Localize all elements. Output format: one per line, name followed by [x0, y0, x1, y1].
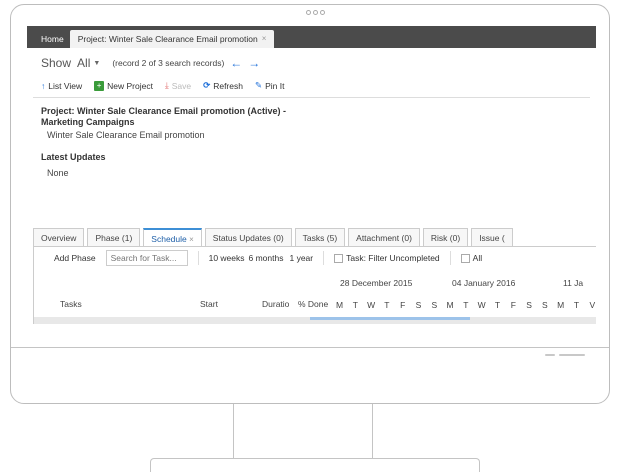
tab-project[interactable]: Project: Winter Sale Clearance Email pro… [69, 30, 275, 48]
range-6-months[interactable]: 6 months [249, 253, 284, 263]
week-label: 04 January 2016 [452, 278, 516, 288]
gantt-header-row: Tasks Start Duratio % Done MTWTFSSMTWTFS… [34, 297, 596, 313]
tab-attachment[interactable]: Attachment (0) [348, 228, 420, 246]
refresh-button[interactable]: ⟳ Refresh [203, 80, 243, 91]
checkbox-icon [460, 253, 470, 263]
all-checkbox[interactable]: All [460, 253, 483, 263]
arrow-up-icon: ↑ [41, 80, 46, 91]
action-toolbar: ↑ List View + New Project ⤓ Save ⟳ Refre… [27, 74, 596, 97]
task-search-input[interactable] [105, 250, 188, 266]
separator [197, 251, 199, 265]
tab-schedule[interactable]: Schedule × [143, 228, 202, 246]
day-column-header: S [415, 300, 422, 310]
column-start[interactable]: Start [200, 299, 218, 309]
day-column-header: F [400, 300, 406, 310]
column-duration[interactable]: Duratio [262, 299, 289, 309]
day-column-header: S [542, 300, 548, 310]
day-column-header: M [446, 300, 454, 310]
gantt-highlight [310, 317, 470, 320]
column-percent-done[interactable]: % Done [298, 299, 328, 309]
chin-indicator [559, 354, 585, 356]
chin-indicator [545, 354, 555, 356]
filter-uncompleted-label: Task: Filter Uncompleted [346, 253, 440, 263]
detail-tabs: Overview Phase (1) Schedule × Status Upd… [33, 228, 513, 246]
bezel-divider [11, 347, 609, 348]
pin-label: Pin It [265, 80, 285, 91]
filter-uncompleted-checkbox[interactable]: Task: Filter Uncompleted [334, 253, 440, 263]
save-button[interactable]: ⤓ Save [165, 80, 191, 91]
close-icon[interactable]: × [189, 235, 194, 244]
range-1-year[interactable]: 1 year [289, 253, 313, 263]
gantt-week-row: 28 December 2015 04 January 2016 11 Ja [34, 275, 596, 293]
camera-dots [306, 10, 325, 15]
new-project-label: New Project [107, 80, 153, 91]
show-filter-bar: Show All ▼ (record 2 of 3 search records… [27, 48, 596, 74]
save-icon: ⤓ [164, 80, 169, 90]
day-column-header: S [526, 300, 532, 310]
tab-overview[interactable]: Overview [33, 228, 85, 246]
week-label: 11 Ja [563, 278, 584, 288]
gantt-body-strip [34, 317, 596, 324]
column-tasks[interactable]: Tasks [60, 299, 82, 309]
next-record-arrow-icon[interactable]: → [248, 56, 260, 70]
day-column-header: T [463, 300, 469, 310]
tab-home[interactable]: Home [35, 30, 70, 48]
tab-risk[interactable]: Risk (0) [422, 228, 469, 246]
refresh-label: Refresh [213, 80, 243, 91]
day-column-header: S [431, 300, 438, 310]
monitor-stand [233, 404, 373, 460]
day-column-header: V [589, 300, 596, 310]
window-tabbar: Home Project: Winter Sale Clearance Emai… [27, 26, 596, 48]
separator [449, 251, 451, 265]
save-label: Save [171, 80, 192, 91]
show-dropdown[interactable]: All ▼ [77, 56, 100, 70]
day-column-header: T [352, 300, 358, 310]
schedule-controls: Add Phase 10 weeks 6 months 1 year Task:… [34, 247, 596, 269]
day-column-header: T [573, 300, 580, 310]
latest-updates-value: None [47, 168, 69, 178]
new-document-icon: + [94, 80, 105, 91]
tab-status-updates[interactable]: Status Updates (0) [204, 228, 292, 246]
pin-icon: ✎ [254, 80, 263, 90]
day-column-header: M [557, 300, 565, 310]
previous-record-arrow-icon[interactable]: ← [230, 56, 242, 70]
add-phase-button[interactable]: Add Phase [54, 253, 96, 263]
project-title: Project: Winter Sale Clearance Email pro… [41, 106, 286, 127]
tab-schedule-label: Schedule [151, 234, 187, 244]
list-view-button[interactable]: ↑ List View [41, 81, 82, 91]
day-column-header: M [335, 300, 344, 310]
day-column-header: F [510, 300, 516, 310]
new-project-button[interactable]: + New Project [94, 80, 153, 91]
week-label: 28 December 2015 [340, 278, 413, 288]
tab-project-label: Project: Winter Sale Clearance Email pro… [77, 34, 258, 44]
checkbox-icon [334, 253, 344, 263]
day-column-header: T [494, 300, 501, 310]
chevron-down-icon: ▼ [93, 59, 101, 67]
project-subtitle: Winter Sale Clearance Email promotion [47, 130, 205, 140]
day-column-header: T [384, 300, 390, 310]
record-info: (record 2 of 3 search records) [112, 58, 225, 68]
tab-issue[interactable]: Issue ( [471, 228, 513, 246]
tab-tasks[interactable]: Tasks (5) [294, 228, 346, 246]
separator [323, 251, 325, 265]
monitor-base [150, 458, 480, 472]
all-label: All [472, 253, 483, 263]
show-label: Show [41, 56, 72, 70]
show-dropdown-value: All [77, 56, 91, 70]
tab-phase[interactable]: Phase (1) [87, 228, 141, 246]
app-screen: Home Project: Winter Sale Clearance Emai… [27, 26, 596, 324]
pin-button[interactable]: ✎ Pin It [255, 80, 285, 91]
refresh-icon: ⟳ [203, 80, 211, 90]
list-view-label: List View [48, 80, 83, 91]
latest-updates-heading: Latest Updates [41, 152, 106, 162]
schedule-panel: Add Phase 10 weeks 6 months 1 year Task:… [33, 246, 596, 324]
range-10-weeks[interactable]: 10 weeks [209, 253, 245, 263]
day-column-header: W [477, 300, 486, 310]
day-column-header: W [367, 300, 376, 310]
close-icon[interactable]: × [262, 34, 267, 48]
